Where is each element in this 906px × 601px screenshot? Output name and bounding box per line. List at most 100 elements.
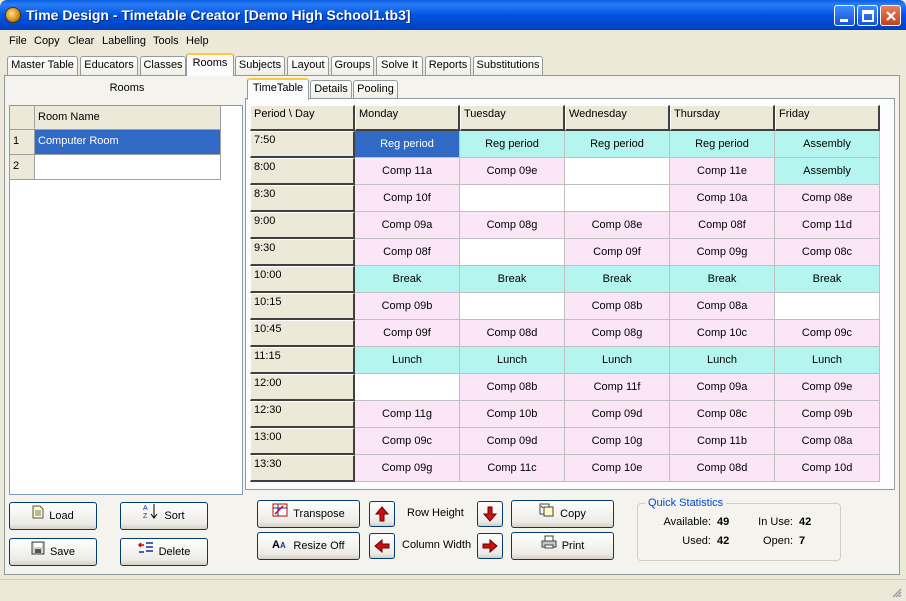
timetable-cell[interactable]: Comp 11b: [670, 428, 775, 455]
timetable-cell[interactable]: Comp 10a: [670, 185, 775, 212]
day-header-friday[interactable]: Friday: [775, 105, 880, 131]
timetable-cell[interactable]: [460, 239, 565, 266]
tab-rooms[interactable]: Rooms: [186, 53, 234, 76]
timetable-cell[interactable]: Comp 08e: [775, 185, 880, 212]
title-bar[interactable]: Time Design - Timetable Creator [Demo Hi…: [0, 0, 906, 30]
timetable-cell[interactable]: Break: [565, 266, 670, 293]
period-header[interactable]: 12:30: [250, 401, 355, 428]
room-name-column-header[interactable]: Room Name: [35, 106, 221, 130]
day-header-wednesday[interactable]: Wednesday: [565, 105, 670, 131]
timetable-cell[interactable]: Comp 09e: [775, 374, 880, 401]
timetable-cell[interactable]: Comp 08g: [565, 320, 670, 347]
period-header[interactable]: 7:50: [250, 131, 355, 158]
menu-help[interactable]: Help: [186, 35, 209, 47]
resize-off-button[interactable]: A A Resize Off: [257, 532, 360, 560]
timetable-cell[interactable]: Comp 09f: [355, 320, 460, 347]
timetable-cell[interactable]: Comp 08g: [460, 212, 565, 239]
timetable-cell[interactable]: Break: [460, 266, 565, 293]
period-header[interactable]: 11:15: [250, 347, 355, 374]
timetable-cell[interactable]: Lunch: [670, 347, 775, 374]
timetable-cell[interactable]: Comp 09d: [460, 428, 565, 455]
load-button[interactable]: Load: [9, 502, 97, 530]
timetable-cell[interactable]: Comp 09b: [775, 401, 880, 428]
tab-details[interactable]: Details: [310, 80, 352, 98]
timetable-cell[interactable]: Comp 08c: [775, 239, 880, 266]
tab-substitutions[interactable]: Substitutions: [473, 56, 543, 75]
timetable-cell[interactable]: Break: [775, 266, 880, 293]
timetable-cell[interactable]: Comp 09g: [670, 239, 775, 266]
timetable-cell[interactable]: Reg period: [460, 131, 565, 158]
timetable-cell[interactable]: Comp 10f: [355, 185, 460, 212]
print-button[interactable]: Print: [511, 532, 614, 560]
timetable-cell[interactable]: Comp 08f: [670, 212, 775, 239]
timetable-cell[interactable]: Comp 08a: [670, 293, 775, 320]
timetable-cell[interactable]: Reg period: [670, 131, 775, 158]
minimize-button[interactable]: [834, 5, 855, 26]
timetable-cell[interactable]: [460, 293, 565, 320]
timetable-cell[interactable]: Comp 08e: [565, 212, 670, 239]
resize-grip-icon[interactable]: [890, 586, 902, 598]
app-icon[interactable]: [5, 7, 21, 23]
tab-educators[interactable]: Educators: [80, 56, 138, 75]
tab-solve-it[interactable]: Solve It: [376, 56, 423, 75]
period-header[interactable]: 10:15: [250, 293, 355, 320]
close-button[interactable]: [880, 5, 901, 26]
timetable-cell[interactable]: Lunch: [565, 347, 670, 374]
period-header[interactable]: 8:00: [250, 158, 355, 185]
timetable-cell[interactable]: Lunch: [355, 347, 460, 374]
timetable-cell[interactable]: Comp 09c: [775, 320, 880, 347]
timetable-cell[interactable]: Comp 09d: [565, 401, 670, 428]
period-header[interactable]: 8:30: [250, 185, 355, 212]
timetable-cell[interactable]: Comp 08a: [775, 428, 880, 455]
transpose-button[interactable]: Transpose: [257, 500, 360, 528]
sort-button[interactable]: A Z Sort: [120, 502, 208, 530]
period-header[interactable]: 13:00: [250, 428, 355, 455]
timetable-cell[interactable]: Comp 09c: [355, 428, 460, 455]
room-row[interactable]: [35, 155, 221, 180]
menu-tools[interactable]: Tools: [153, 35, 179, 47]
period-header[interactable]: 12:00: [250, 374, 355, 401]
timetable-cell[interactable]: Comp 09a: [670, 374, 775, 401]
timetable-cell[interactable]: Assembly: [775, 158, 880, 185]
timetable-cell[interactable]: Comp 08d: [460, 320, 565, 347]
tab-reports[interactable]: Reports: [425, 56, 471, 75]
row-height-decrease-button[interactable]: [477, 501, 503, 527]
row-height-increase-button[interactable]: [369, 501, 395, 527]
maximize-button[interactable]: [857, 5, 878, 26]
timetable-cell[interactable]: Comp 11d: [775, 212, 880, 239]
room-row-selected[interactable]: Computer Room: [35, 130, 221, 155]
tab-groups[interactable]: Groups: [331, 56, 374, 75]
timetable-cell[interactable]: Comp 10d: [775, 455, 880, 482]
timetable-cell[interactable]: Comp 11g: [355, 401, 460, 428]
timetable-cell[interactable]: Comp 10g: [565, 428, 670, 455]
timetable-cell[interactable]: Comp 09g: [355, 455, 460, 482]
period-header[interactable]: 9:00: [250, 212, 355, 239]
timetable-cell[interactable]: [460, 185, 565, 212]
timetable-cell[interactable]: Assembly: [775, 131, 880, 158]
timetable-cell[interactable]: Comp 08f: [355, 239, 460, 266]
timetable-cell[interactable]: Comp 10e: [565, 455, 670, 482]
tab-master-table[interactable]: Master Table: [7, 56, 78, 75]
day-header-thursday[interactable]: Thursday: [670, 105, 775, 131]
period-header[interactable]: 9:30: [250, 239, 355, 266]
menu-labelling[interactable]: Labelling: [102, 35, 146, 47]
timetable-cell[interactable]: Lunch: [775, 347, 880, 374]
timetable-cell[interactable]: Comp 08d: [670, 455, 775, 482]
delete-button[interactable]: Delete: [120, 538, 208, 566]
tab-classes[interactable]: Classes: [140, 56, 186, 75]
menu-clear[interactable]: Clear: [68, 35, 94, 47]
timetable-cell[interactable]: Comp 11c: [460, 455, 565, 482]
timetable-cell[interactable]: Comp 08b: [460, 374, 565, 401]
timetable-cell[interactable]: [565, 158, 670, 185]
timetable-cell[interactable]: Break: [355, 266, 460, 293]
timetable-cell[interactable]: Comp 11e: [670, 158, 775, 185]
tab-subjects[interactable]: Subjects: [235, 56, 285, 75]
timetable-cell[interactable]: Comp 11a: [355, 158, 460, 185]
timetable-cell[interactable]: Comp 08b: [565, 293, 670, 320]
timetable-cell[interactable]: Comp 09b: [355, 293, 460, 320]
timetable-cell[interactable]: Break: [670, 266, 775, 293]
timetable-cell[interactable]: Comp 10b: [460, 401, 565, 428]
timetable-cell[interactable]: Comp 11f: [565, 374, 670, 401]
period-header[interactable]: 10:00: [250, 266, 355, 293]
menu-file[interactable]: File: [9, 35, 27, 47]
